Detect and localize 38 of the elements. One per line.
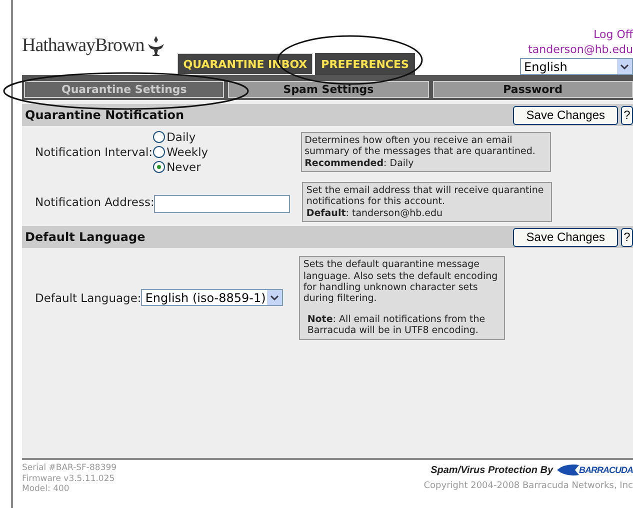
nav-tab[interactable]: QUARANTINE INBOX — [177, 53, 314, 75]
field-label: Notification Interval: — [35, 145, 153, 159]
serial-text: Serial #BAR-SF-88399 — [22, 463, 117, 474]
copyright-text: Copyright 2004-2008 Barracuda Networks, Inc — [424, 481, 633, 491]
nav-tab[interactable]: PREFERENCES — [315, 53, 415, 75]
radio-label: Never — [166, 160, 201, 174]
radio-label: Daily — [166, 130, 196, 144]
help-button[interactable]: ? — [621, 228, 633, 247]
settings-tab[interactable]: Password — [432, 81, 633, 98]
field-label: Default Language: — [35, 290, 142, 305]
language-select[interactable]: English — [520, 58, 633, 75]
settings-tab[interactable]: Spam Settings — [228, 81, 429, 98]
model-text: Model: 400 — [22, 484, 70, 495]
help-text: Sets the default quarantine message language. Also sets the default encoding for handling unknown character sets during filtering. Note: All email notifications from the Barracuda will be in UTF8 encoding. — [299, 256, 506, 340]
caret-icon — [617, 59, 632, 74]
log-off-link[interactable]: Log Off — [594, 28, 633, 41]
user-email: tanderson@hb.edu — [528, 43, 633, 56]
caret-icon — [267, 290, 282, 306]
section-title: Default Language — [25, 230, 146, 244]
protection-text: Spam/Virus Protection By — [430, 464, 553, 476]
section-title: Quarantine Notification — [25, 108, 184, 122]
firmware-text: Firmware v3.5.11.025 — [22, 474, 116, 484]
input-field[interactable] — [154, 194, 290, 213]
radio-button[interactable] — [152, 146, 165, 158]
logo-text: HathawayBrown — [22, 35, 144, 57]
radio-label: Weekly — [166, 145, 208, 159]
settings-tab[interactable]: Quarantine Settings — [24, 81, 224, 98]
save-changes-button[interactable]: Save Changes — [513, 228, 618, 247]
vendor-logo-text: BARRACUDA — [579, 465, 633, 475]
help-text: Set the email address that will receive quarantine notifications for this account. Default: tanderson@hb.edu — [302, 182, 552, 222]
help-button[interactable]: ? — [621, 106, 633, 124]
radio-button[interactable] — [152, 131, 165, 143]
help-text: Determines how often you receive an email summary of the messages that are quarantined. Recommended: Daily — [300, 132, 551, 172]
save-changes-button[interactable]: Save Changes — [513, 106, 618, 124]
radio-button[interactable] — [152, 161, 165, 173]
language-select[interactable]: English (iso-8859-1) — [141, 289, 284, 306]
field-label: Notification Address: — [35, 195, 154, 210]
fish-icon — [557, 463, 579, 477]
